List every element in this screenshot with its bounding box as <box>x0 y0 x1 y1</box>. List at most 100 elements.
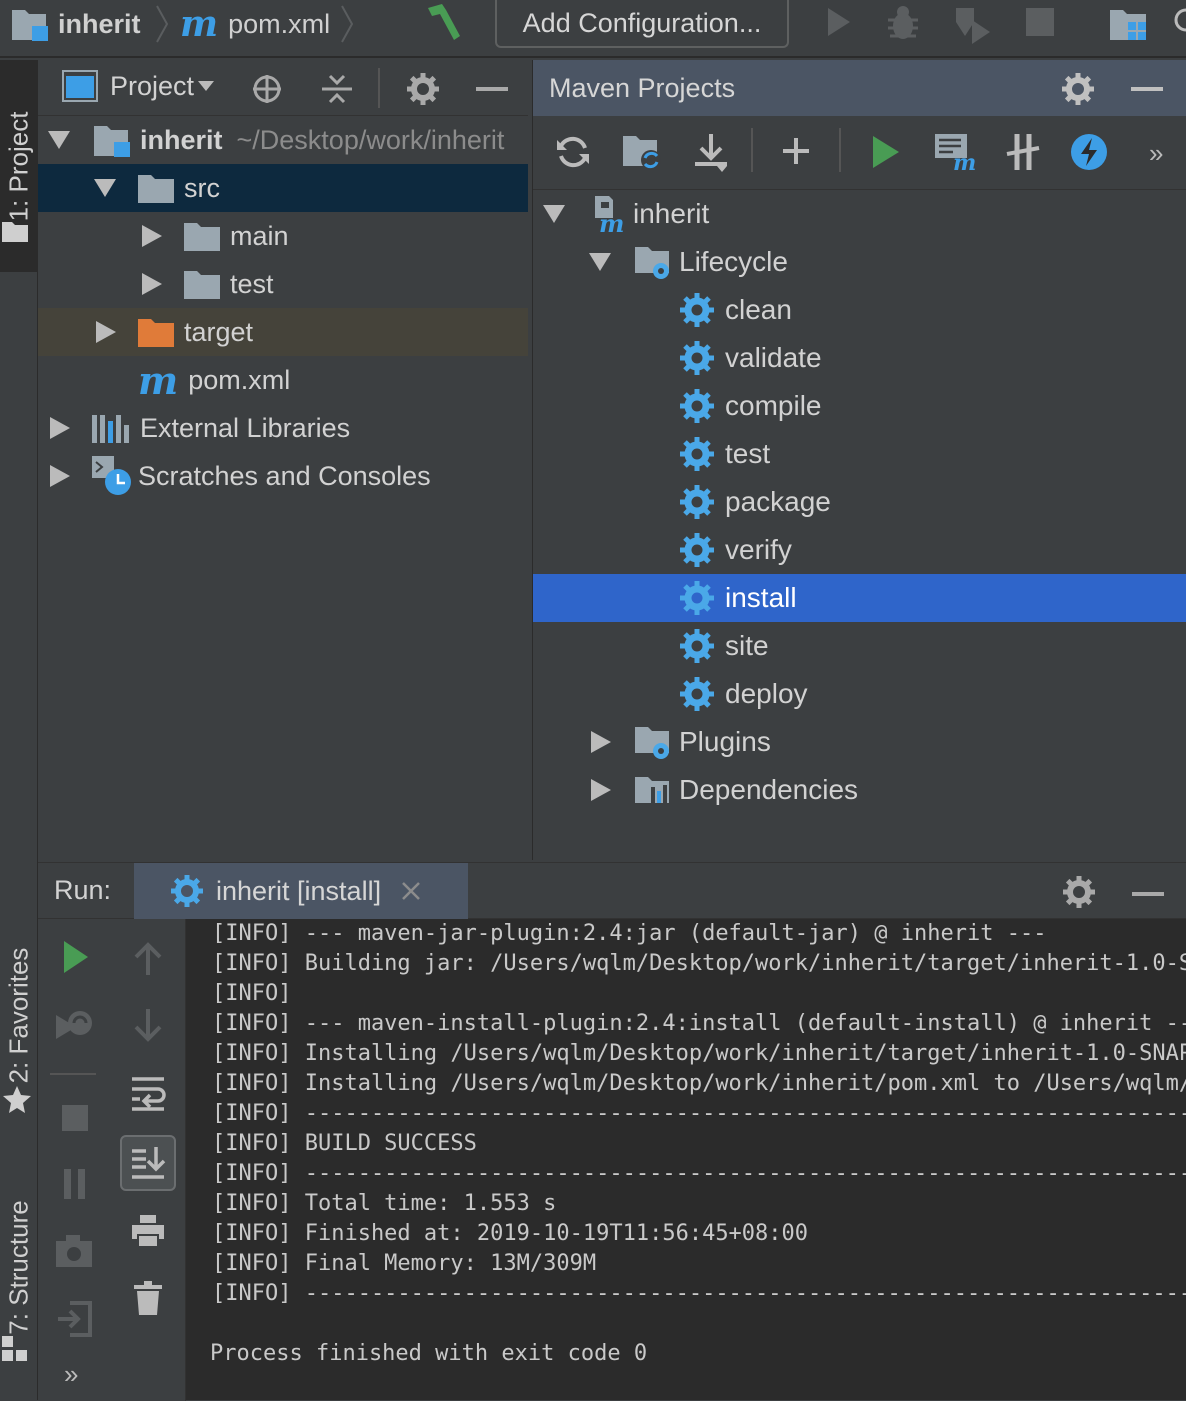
camera-dump-threads-icon[interactable] <box>56 1235 92 1267</box>
generate-sources-icon[interactable] <box>621 132 663 172</box>
rerun-icon[interactable] <box>62 941 90 973</box>
scroll-to-end-toggle[interactable] <box>120 1135 176 1191</box>
console-line: [INFO] Total time: 1.553 s <box>212 1191 557 1216</box>
breadcrumb-file[interactable]: m pom.xml <box>180 0 330 48</box>
expanded-arrow-icon[interactable] <box>48 129 70 151</box>
maven-tree-dependencies[interactable]: Dependencies <box>533 766 1186 814</box>
maven-tree-plugins[interactable]: Plugins <box>533 718 1186 766</box>
pause-icon[interactable] <box>64 1169 86 1199</box>
reimport-refresh-icon[interactable] <box>555 134 591 170</box>
skip-tests-icon[interactable] <box>1003 132 1043 172</box>
run-toolbar-secondary <box>110 919 186 1401</box>
stop-icon[interactable] <box>1026 8 1054 36</box>
minimize-icon[interactable] <box>1132 892 1164 896</box>
maven-tree-lifecycle[interactable]: Lifecycle <box>533 238 1186 286</box>
soft-wrap-icon[interactable] <box>130 1075 166 1111</box>
gear-icon[interactable] <box>406 72 440 106</box>
project-folder-icon <box>10 6 50 42</box>
minimize-icon[interactable] <box>476 87 508 91</box>
lifecycle-goal-package[interactable]: package <box>533 478 1186 526</box>
lifecycle-goal-compile[interactable]: compile <box>533 382 1186 430</box>
console-line: [INFO] BUILD SUCCESS <box>212 1131 477 1156</box>
exit-icon[interactable] <box>56 1301 92 1337</box>
tree-row-main[interactable]: main <box>38 212 528 260</box>
lifecycle-goal-test[interactable]: test <box>533 430 1186 478</box>
tree-row-src[interactable]: src <box>38 164 528 212</box>
console-line: [INFO] ---------------------------------… <box>212 1161 1186 1186</box>
tree-row-test[interactable]: test <box>38 260 528 308</box>
collapsed-arrow-icon[interactable] <box>50 417 70 439</box>
tree-row-scratches[interactable]: Scratches and Consoles <box>38 452 528 500</box>
more-chevron-icon[interactable]: » <box>1149 138 1163 169</box>
gear-icon[interactable] <box>1062 875 1096 909</box>
lifecycle-goal-label: site <box>725 630 769 661</box>
collapsed-arrow-icon[interactable] <box>96 321 116 343</box>
project-structure-icon[interactable] <box>1108 4 1148 44</box>
stop-icon[interactable] <box>62 1105 88 1131</box>
execute-maven-goal-icon[interactable]: m <box>933 132 977 172</box>
offline-mode-bolt-icon[interactable] <box>1069 132 1109 172</box>
console-output[interactable]: [INFO] --- maven-jar-plugin:2.4:jar (def… <box>210 919 1186 1401</box>
collapsed-arrow-icon[interactable] <box>142 225 162 247</box>
lifecycle-goal-site[interactable]: site <box>533 622 1186 670</box>
folder-icon <box>184 221 220 251</box>
lifecycle-goal-clean[interactable]: clean <box>533 286 1186 334</box>
minimize-icon[interactable] <box>1131 87 1163 91</box>
gear-icon[interactable] <box>1061 72 1095 106</box>
tab-structure-label: 7: Structure <box>3 1199 34 1335</box>
lifecycle-goal-install[interactable]: install <box>533 574 1186 622</box>
gear-icon <box>679 292 715 328</box>
collapsed-arrow-icon[interactable] <box>142 273 162 295</box>
run-icon[interactable] <box>822 6 854 38</box>
gear-icon <box>679 388 715 424</box>
scratches-clock-icon <box>92 456 132 496</box>
lifecycle-goal-deploy[interactable]: deploy <box>533 670 1186 718</box>
run-maven-build-icon[interactable] <box>871 136 901 168</box>
run-tab-inherit-install[interactable]: inherit [install] <box>134 863 468 919</box>
gear-icon <box>679 628 715 664</box>
expanded-arrow-icon[interactable] <box>543 203 565 225</box>
maven-tree-label: inherit <box>633 198 710 229</box>
lifecycle-goal-label: deploy <box>725 678 808 709</box>
tree-row-external-libraries[interactable]: External Libraries <box>38 404 528 452</box>
rerun-failed-icon[interactable] <box>54 1009 94 1045</box>
close-icon[interactable] <box>401 881 421 901</box>
collapse-all-icon[interactable] <box>320 72 354 106</box>
console-line: [INFO] Final Memory: 13M/309M <box>212 1251 597 1276</box>
tree-row-inherit[interactable]: inherit ~/Desktop/work/inherit <box>38 116 528 164</box>
locate-target-icon[interactable] <box>250 72 284 106</box>
build-hammer-icon[interactable] <box>420 2 468 42</box>
down-arrow-icon[interactable] <box>132 1009 164 1043</box>
tree-row-pom[interactable]: m pom.xml <box>38 356 528 404</box>
tree-label: main <box>230 220 289 251</box>
trash-clear-icon[interactable] <box>134 1281 162 1315</box>
expanded-arrow-icon[interactable] <box>94 177 116 199</box>
add-project-plus-icon[interactable] <box>781 136 811 166</box>
gear-icon <box>679 436 715 472</box>
collapsed-arrow-icon[interactable] <box>50 465 70 487</box>
lifecycle-goal-verify[interactable]: verify <box>533 526 1186 574</box>
navigation-bar: inherit m pom.xml Add Configuration... <box>0 0 1186 58</box>
more-chevron-icon[interactable]: » <box>64 1359 78 1390</box>
folder-icon <box>184 269 220 299</box>
expanded-arrow-icon[interactable] <box>589 251 611 273</box>
run-panel-header: Run: inherit [install] <box>38 863 1186 919</box>
collapsed-arrow-icon[interactable] <box>591 779 611 801</box>
plugins-folder-icon <box>633 723 673 761</box>
lifecycle-goal-validate[interactable]: validate <box>533 334 1186 382</box>
add-configuration-button[interactable]: Add Configuration... <box>495 0 789 48</box>
maven-tree-label: Dependencies <box>679 774 859 805</box>
tree-row-target[interactable]: target <box>38 308 528 356</box>
print-icon[interactable] <box>132 1215 164 1247</box>
up-arrow-icon[interactable] <box>132 941 164 975</box>
debug-bug-icon[interactable] <box>884 4 922 42</box>
lifecycle-goal-label: validate <box>725 342 822 373</box>
run-with-coverage-icon[interactable] <box>952 4 992 44</box>
search-icon[interactable] <box>1172 6 1186 38</box>
download-sources-icon[interactable] <box>691 132 731 172</box>
breadcrumb-project[interactable]: inherit <box>10 0 141 48</box>
libraries-icon <box>92 413 130 443</box>
collapsed-arrow-icon[interactable] <box>591 731 611 753</box>
maven-tree-root[interactable]: m inherit <box>533 190 1186 238</box>
project-view-selector[interactable]: Project <box>62 70 215 102</box>
